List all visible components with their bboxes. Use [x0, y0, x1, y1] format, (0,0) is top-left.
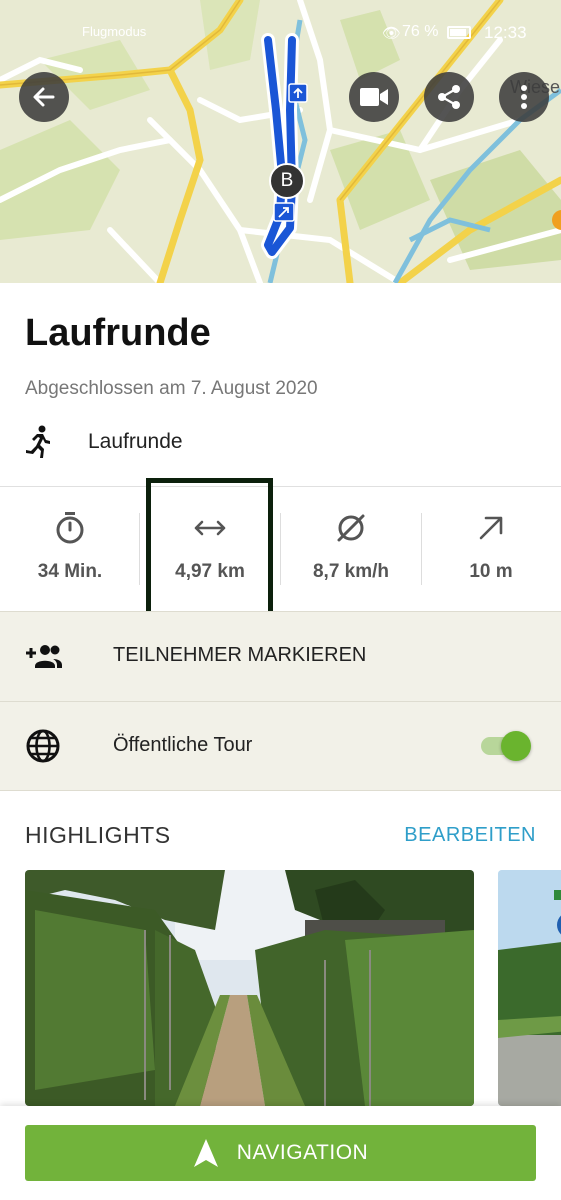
highlight-photo[interactable] — [25, 870, 474, 1106]
more-vertical-icon — [521, 85, 527, 109]
highlight-photo-2-image — [498, 870, 561, 1106]
stats-bar: 34 Min. 4,97 km 8,7 km/h 10 m — [0, 486, 561, 612]
tag-participants-row[interactable]: TEILNEHMER MARKIEREN — [0, 612, 561, 701]
stat-speed-value: 8,7 km/h — [312, 561, 390, 582]
public-tour-toggle[interactable] — [481, 731, 531, 761]
tour-title[interactable]: Laufrunde — [25, 312, 211, 355]
navigation-arrow-icon — [193, 1139, 218, 1167]
add-people-icon — [26, 645, 62, 668]
back-button[interactable] — [19, 72, 69, 122]
activity-label: Laufrunde — [88, 430, 183, 453]
average-icon — [337, 514, 365, 542]
stopwatch-icon — [56, 512, 84, 544]
share-button[interactable] — [424, 72, 474, 122]
highlights-title: HIGHLIGHTS — [25, 822, 171, 848]
highlight-photo-2[interactable] — [498, 870, 561, 1106]
completed-date: Abgeschlossen am 7. August 2020 — [25, 378, 318, 399]
video-button[interactable] — [349, 72, 399, 122]
status-time: 12:33 — [484, 23, 527, 42]
highlight-photo-image — [25, 870, 474, 1106]
public-tour-row[interactable]: Öffentliche Tour — [0, 702, 561, 791]
status-battery: 76 % — [402, 23, 439, 40]
highlights-edit-link[interactable]: BEARBEITEN — [404, 824, 536, 847]
activity-type[interactable]: Laufrunde — [25, 422, 183, 462]
map-view[interactable]: B Wiese Flugmodus 👁 76 % 12:33 — [0, 0, 561, 283]
tag-participants-label: TEILNEHMER MARKIEREN — [113, 644, 367, 666]
status-bar: Flugmodus 👁 76 % 12:33 — [0, 18, 561, 48]
navigation-label: NAVIGATION — [236, 1141, 369, 1164]
stat-duration: 34 Min. — [0, 487, 140, 613]
stat-duration-value: 34 Min. — [37, 561, 103, 582]
battery-icon — [447, 26, 471, 39]
share-icon — [438, 85, 460, 109]
arrow-left-icon — [33, 87, 55, 107]
toggle-knob — [501, 731, 531, 761]
navigation-button[interactable]: NAVIGATION — [25, 1125, 536, 1181]
status-carrier: Flugmodus — [82, 24, 147, 39]
route-marker-b[interactable]: B — [280, 170, 294, 192]
divider — [0, 790, 561, 791]
bottom-bar: NAVIGATION — [0, 1106, 561, 1200]
stat-elevation: 10 m — [421, 487, 561, 613]
more-options-button[interactable] — [499, 72, 549, 122]
arrow-up-right-icon — [479, 516, 503, 540]
video-camera-icon — [360, 88, 388, 106]
globe-icon — [26, 729, 60, 763]
distance-highlight-box — [146, 478, 273, 616]
stat-elevation-value: 10 m — [469, 561, 513, 582]
eye-icon: 👁 — [382, 25, 402, 42]
stat-speed: 8,7 km/h — [281, 487, 421, 613]
public-tour-label: Öffentliche Tour — [113, 734, 253, 756]
running-icon — [26, 425, 50, 458]
